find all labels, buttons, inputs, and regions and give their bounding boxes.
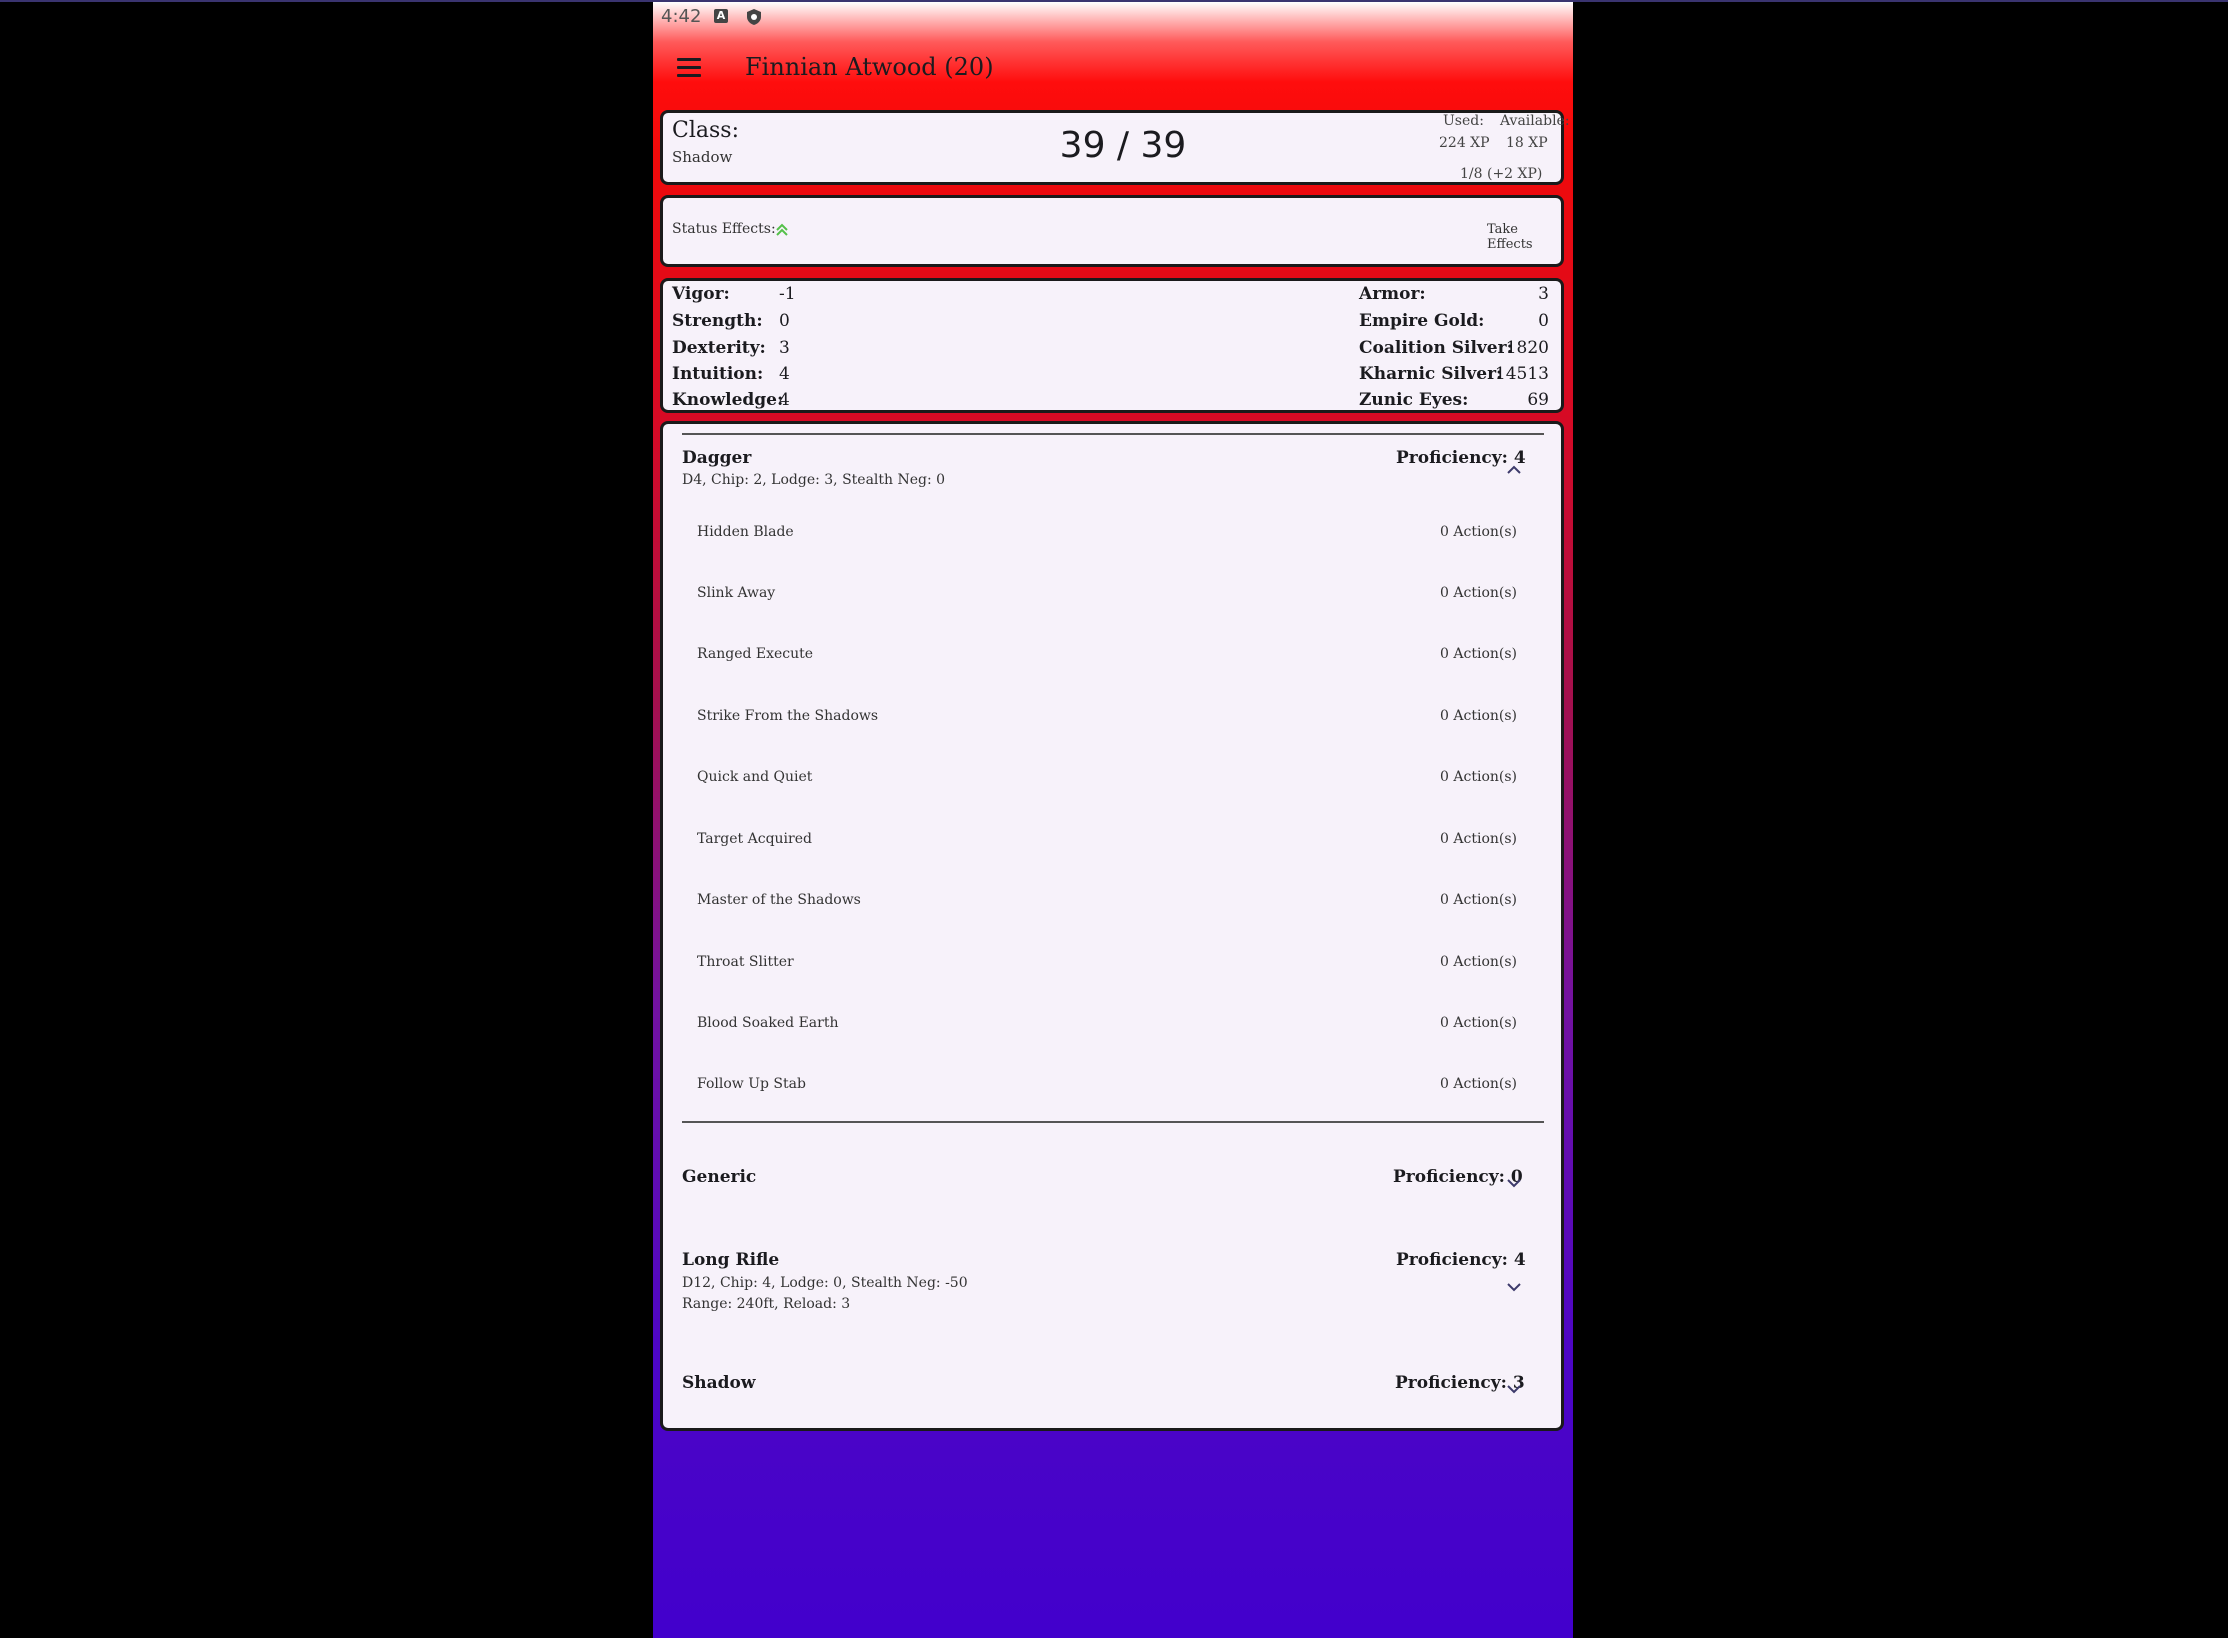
chevron-down-icon[interactable] bbox=[1505, 1281, 1523, 1293]
divider bbox=[682, 1121, 1544, 1123]
status-effects-card: Status Effects: Take Effects bbox=[660, 195, 1564, 267]
ability-cost: 0 Action(s) bbox=[1440, 708, 1517, 724]
ability-name: Blood Soaked Earth bbox=[697, 1015, 839, 1031]
take-effects-button[interactable]: Take Effects bbox=[1487, 222, 1561, 252]
chevron-down-icon[interactable] bbox=[1505, 1177, 1523, 1189]
stat-label: Strength: bbox=[672, 311, 763, 331]
stat-label: Armor: bbox=[1359, 284, 1426, 304]
class-label: Class: bbox=[672, 118, 739, 143]
status-time: 4:42 bbox=[661, 6, 702, 27]
stat-value: 69 bbox=[1527, 390, 1549, 410]
stat-value: 3 bbox=[1538, 284, 1549, 304]
ability-name: Master of the Shadows bbox=[697, 892, 861, 908]
chevron-down-icon[interactable] bbox=[1505, 1383, 1523, 1395]
ability-name: Strike From the Shadows bbox=[697, 708, 879, 724]
hamburger-menu-icon[interactable] bbox=[677, 58, 705, 80]
stat-label: Coalition Silver: bbox=[1359, 338, 1513, 358]
ability-row[interactable]: Throat Slitter 0 Action(s) bbox=[697, 954, 1517, 994]
stat-dexterity: Dexterity: 3 bbox=[672, 338, 812, 364]
double-chevron-up-icon[interactable] bbox=[775, 222, 789, 238]
xp-used-value: 224 XP bbox=[1439, 135, 1490, 151]
stat-value: 4 bbox=[779, 390, 790, 410]
stat-label: Empire Gold: bbox=[1359, 311, 1485, 331]
ability-cost: 0 Action(s) bbox=[1440, 646, 1517, 662]
weapon-name-long-rifle[interactable]: Long Rifle bbox=[682, 1250, 779, 1270]
stat-empire-gold: Empire Gold: 0 bbox=[1359, 311, 1549, 337]
ability-row[interactable]: Quick and Quiet 0 Action(s) bbox=[697, 769, 1517, 809]
stat-value: 3 bbox=[779, 338, 790, 358]
ability-name: Throat Slitter bbox=[697, 954, 794, 970]
stat-label: Vigor: bbox=[672, 284, 730, 304]
phone-screen: 4:42 A Finnian Atwood (20) Class: Shadow… bbox=[653, 2, 1573, 1638]
ability-row[interactable]: Master of the Shadows 0 Action(s) bbox=[697, 892, 1517, 932]
weapon-name-dagger[interactable]: Dagger bbox=[682, 448, 751, 468]
ability-name: Slink Away bbox=[697, 585, 776, 601]
stat-knowledge: Knowledge: 4 bbox=[672, 390, 812, 416]
status-bar: 4:42 A bbox=[653, 2, 1573, 36]
divider bbox=[682, 433, 1544, 435]
stat-coalition-silver: Coalition Silver: 1820 bbox=[1359, 338, 1549, 364]
shield-icon bbox=[747, 9, 761, 25]
chevron-up-icon[interactable] bbox=[1505, 463, 1523, 475]
ability-cost: 0 Action(s) bbox=[1440, 831, 1517, 847]
ability-row[interactable]: Hidden Blade 0 Action(s) bbox=[697, 524, 1517, 564]
stats-card: Vigor: -1 Strength: 0 Dexterity: 3 Intui… bbox=[660, 278, 1564, 413]
stat-value: 4 bbox=[779, 364, 790, 384]
xp-available-label: Available: bbox=[1500, 113, 1570, 129]
weapon-skills-card: Dagger D4, Chip: 2, Lodge: 3, Stealth Ne… bbox=[660, 421, 1564, 1431]
hit-points: 39 / 39 bbox=[1059, 125, 1187, 166]
ability-name: Quick and Quiet bbox=[697, 769, 813, 785]
xp-available-value: 18 XP bbox=[1506, 135, 1548, 151]
ability-name: Ranged Execute bbox=[697, 646, 814, 662]
stat-value: 0 bbox=[1538, 311, 1549, 331]
stat-vigor: Vigor: -1 bbox=[672, 284, 812, 310]
xp-used-label: Used: bbox=[1443, 113, 1484, 129]
stat-value: 14513 bbox=[1494, 364, 1549, 384]
weapon-details: D4, Chip: 2, Lodge: 3, Stealth Neg: 0 bbox=[682, 472, 946, 488]
weapon-proficiency: Proficiency: 4 bbox=[1396, 1250, 1526, 1270]
ability-cost: 0 Action(s) bbox=[1440, 585, 1517, 601]
xp-level-progress: 1/8 (+2 XP) bbox=[1460, 166, 1543, 182]
ability-row[interactable]: Ranged Execute 0 Action(s) bbox=[697, 646, 1517, 686]
ability-name: Target Acquired bbox=[697, 831, 812, 847]
page-title: Finnian Atwood (20) bbox=[745, 53, 994, 81]
stat-zunic-eyes: Zunic Eyes: 69 bbox=[1359, 390, 1549, 416]
class-card: Class: Shadow 39 / 39 Used: Available: 2… bbox=[660, 110, 1570, 185]
ability-cost: 0 Action(s) bbox=[1440, 1015, 1517, 1031]
class-value: Shadow bbox=[672, 148, 733, 166]
stat-label: Zunic Eyes: bbox=[1359, 390, 1469, 410]
stat-label: Kharnic Silver: bbox=[1359, 364, 1503, 384]
ability-name: Hidden Blade bbox=[697, 524, 794, 540]
stat-intuition: Intuition: 4 bbox=[672, 364, 812, 390]
stat-value: -1 bbox=[779, 284, 796, 304]
status-effects-label: Status Effects: bbox=[672, 221, 776, 237]
ability-row[interactable]: Blood Soaked Earth 0 Action(s) bbox=[697, 1015, 1517, 1055]
weapon-details: D12, Chip: 4, Lodge: 0, Stealth Neg: -50 bbox=[682, 1275, 968, 1291]
stat-kharnic-silver: Kharnic Silver: 14513 bbox=[1359, 364, 1549, 390]
ability-cost: 0 Action(s) bbox=[1440, 524, 1517, 540]
ability-name: Follow Up Stab bbox=[697, 1076, 806, 1092]
ability-row[interactable]: Strike From the Shadows 0 Action(s) bbox=[697, 708, 1517, 748]
stat-label: Dexterity: bbox=[672, 338, 766, 358]
weapon-name-generic[interactable]: Generic bbox=[682, 1167, 756, 1187]
stat-strength: Strength: 0 bbox=[672, 311, 812, 337]
weapon-details: Range: 240ft, Reload: 3 bbox=[682, 1296, 851, 1312]
weapon-name-shadow[interactable]: Shadow bbox=[682, 1373, 756, 1393]
ability-row[interactable]: Follow Up Stab 0 Action(s) bbox=[697, 1076, 1517, 1116]
ability-cost: 0 Action(s) bbox=[1440, 1076, 1517, 1092]
stat-armor: Armor: 3 bbox=[1359, 284, 1549, 310]
ability-cost: 0 Action(s) bbox=[1440, 892, 1517, 908]
ability-row[interactable]: Slink Away 0 Action(s) bbox=[697, 585, 1517, 625]
app-bar: Finnian Atwood (20) bbox=[653, 36, 1573, 106]
weapon-proficiency: Proficiency: 0 bbox=[1393, 1167, 1523, 1187]
stat-label: Knowledge: bbox=[672, 390, 784, 410]
stat-value: 1820 bbox=[1505, 338, 1549, 358]
ability-cost: 0 Action(s) bbox=[1440, 954, 1517, 970]
stat-value: 0 bbox=[779, 311, 790, 331]
stat-label: Intuition: bbox=[672, 364, 764, 384]
ability-cost: 0 Action(s) bbox=[1440, 769, 1517, 785]
a-notification-icon: A bbox=[714, 9, 728, 23]
ability-row[interactable]: Target Acquired 0 Action(s) bbox=[697, 831, 1517, 871]
